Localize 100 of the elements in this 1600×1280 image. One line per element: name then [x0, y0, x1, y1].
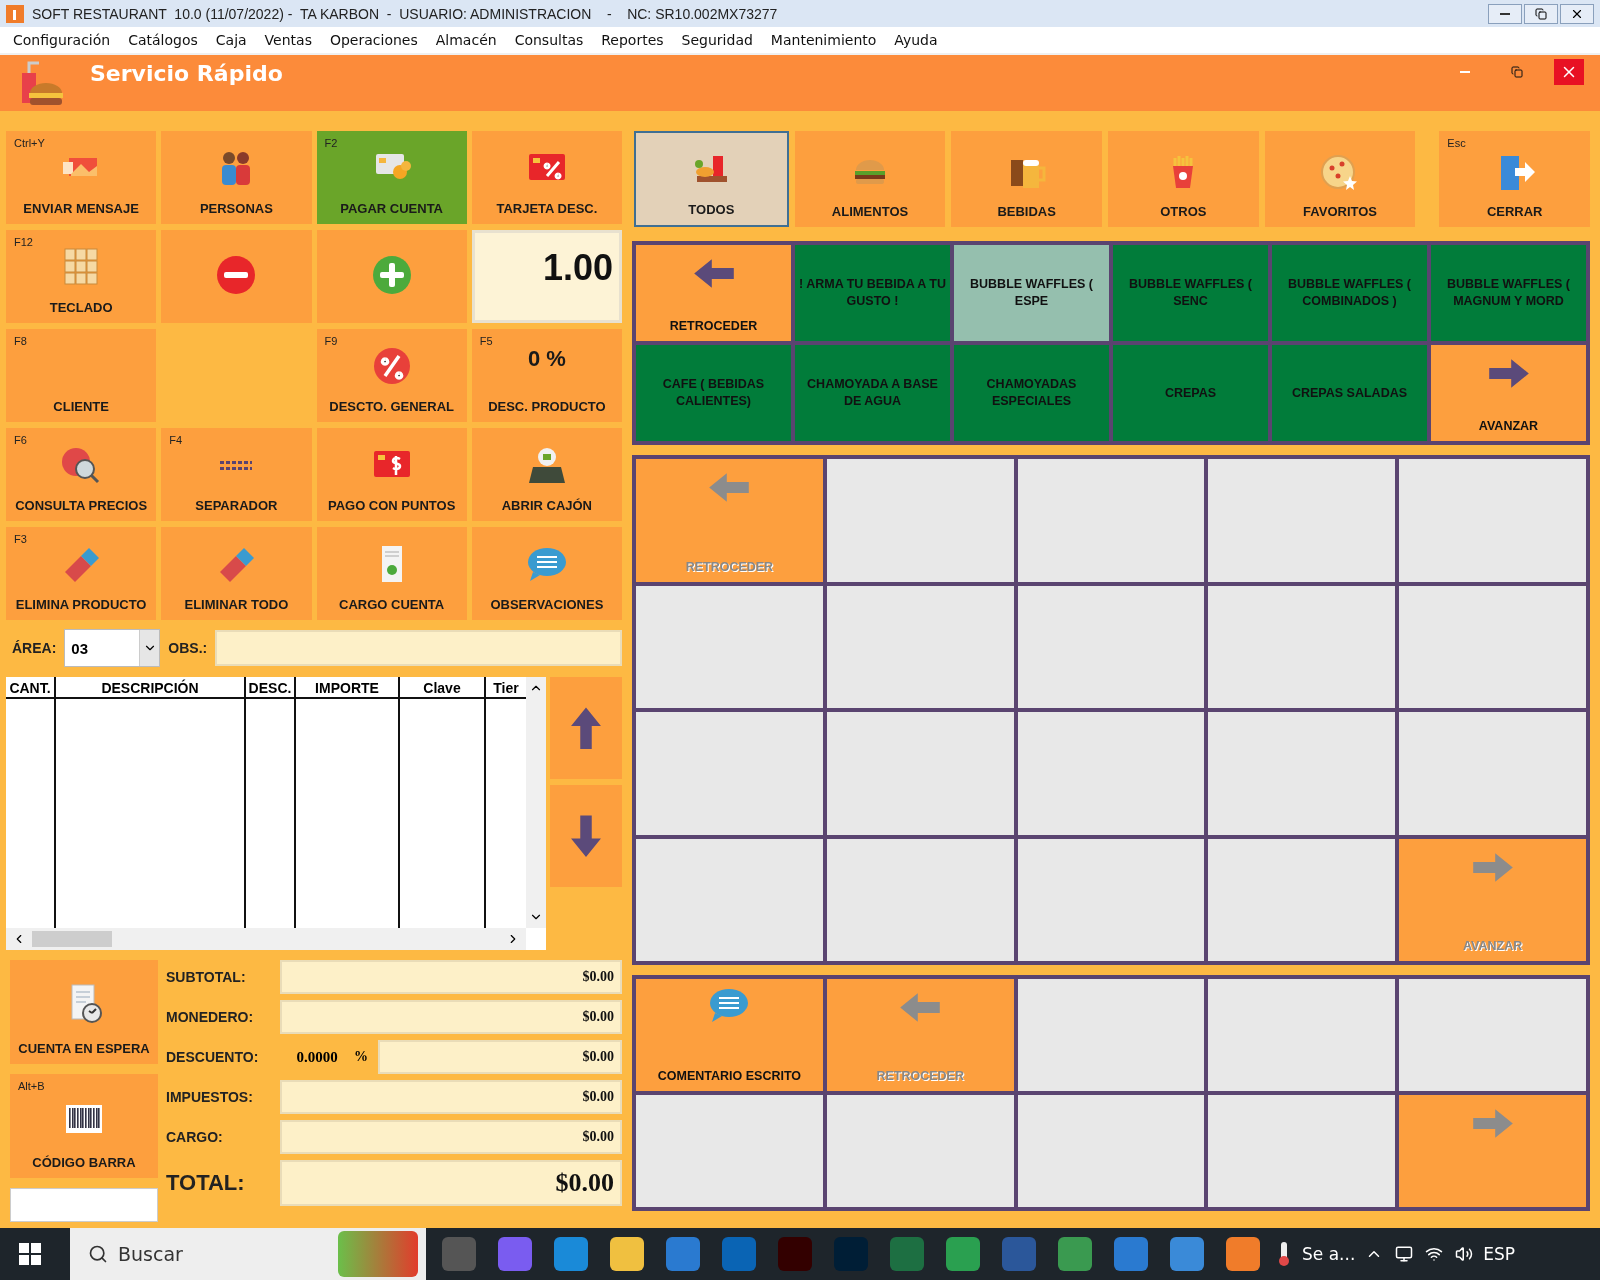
dashed-lines-icon — [220, 460, 253, 470]
menu-item[interactable]: Reportes — [592, 32, 673, 48]
shortcut-label: F4 — [169, 434, 183, 446]
product-group-button[interactable]: ! ARMA TU BEBIDA A TU GUSTO ! — [795, 245, 950, 341]
amount-field: $0.00 — [280, 1080, 622, 1114]
product-group-button[interactable]: BUBBLE WAFFLES ( COMBINADOS ) — [1272, 245, 1427, 341]
shortcut-label: F2 — [324, 137, 338, 149]
action-button[interactable]: TARJETA DESC. — [471, 131, 622, 224]
taskbar-search-field[interactable]: Buscar — [70, 1228, 426, 1280]
hold-account-button[interactable]: CUENTA EN ESPERA — [10, 960, 158, 1064]
action-button[interactable]: F5 0 % DESC. PRODUCTO — [471, 329, 622, 422]
close-panel-button[interactable]: Esc CERRAR — [1439, 131, 1591, 227]
product-group-button[interactable]: CREPAS — [1113, 345, 1268, 441]
action-button[interactable]: F8 CLIENTE — [6, 329, 157, 422]
action-button[interactable]: ELIMINAR TODO — [161, 527, 312, 620]
menu-item[interactable]: Consultas — [505, 32, 593, 48]
comment-button[interactable]: COMENTARIO ESCRITO — [636, 979, 823, 1091]
close-button[interactable] — [1560, 3, 1594, 24]
forward-button[interactable]: AVANZAR — [1431, 345, 1586, 441]
product-group-button[interactable]: CAFE ( BEBIDAS CALIENTES) — [636, 345, 791, 441]
menu-item[interactable]: Caja — [206, 32, 256, 48]
taskbar-app-icon[interactable] — [666, 1237, 700, 1271]
taskbar-app-icon[interactable] — [1226, 1237, 1260, 1271]
action-button[interactable]: F12 TECLADO — [6, 230, 157, 323]
right-arrow-icon — [1486, 357, 1531, 390]
action-button[interactable]: PERSONAS — [161, 131, 312, 224]
thermometer-icon — [1276, 1241, 1292, 1267]
restore-icon — [1535, 7, 1547, 20]
menu-item[interactable]: Ayuda — [885, 32, 947, 48]
search-icon — [88, 1244, 108, 1264]
obs-label: OBS.: — [168, 640, 208, 657]
product-group-button[interactable]: BUBBLE WAFFLES ( MAGNUM Y MORD — [1431, 245, 1586, 341]
product-group-button[interactable]: CREPAS SALADAS — [1272, 345, 1427, 441]
vertical-scrollbar[interactable] — [526, 676, 546, 928]
menu-item[interactable]: Catálogos — [119, 32, 207, 48]
category-tab[interactable]: TODOS — [634, 131, 789, 227]
amount-field: $0.00 — [280, 1000, 622, 1034]
area-label: ÁREA: — [12, 640, 57, 657]
volume-icon[interactable] — [1455, 1245, 1474, 1263]
action-button[interactable]: OBSERVACIONES — [471, 527, 622, 620]
left-arrow-icon — [707, 471, 752, 504]
network-icon[interactable] — [1425, 1245, 1444, 1263]
product-group-button[interactable]: BUBBLE WAFFLES ( ESPE — [954, 245, 1109, 341]
left-arrow-icon — [691, 257, 736, 290]
scrollbar-thumb[interactable] — [32, 931, 112, 947]
menu-item[interactable]: Mantenimiento — [761, 32, 886, 48]
barcode-button[interactable]: Alt+B CÓDIGO BARRA — [10, 1074, 158, 1178]
menu-item[interactable]: Operaciones — [320, 32, 427, 48]
minimize-icon — [1500, 12, 1510, 15]
language-indicator[interactable]: ESP — [1483, 1244, 1516, 1264]
area-dropdown[interactable]: 03 — [64, 629, 161, 668]
scroll-down-button[interactable] — [550, 784, 622, 887]
category-tab[interactable]: FAVORITOS — [1264, 131, 1416, 227]
restore-button[interactable] — [1524, 3, 1558, 24]
action-button[interactable]: F6 CONSULTA PRECIOS — [6, 428, 157, 521]
taskbar-app-icon[interactable] — [1058, 1237, 1092, 1271]
barcode-field[interactable] — [10, 1188, 158, 1222]
action-button[interactable]: F4 SEPARADOR — [161, 428, 312, 521]
minimize-button[interactable] — [1488, 3, 1522, 24]
amount-field: $0.00 — [280, 1160, 622, 1206]
taskbar-app-icon[interactable] — [554, 1237, 588, 1271]
action-button[interactable]: PAGO CON PUNTOS — [316, 428, 467, 521]
category-tab[interactable]: BEBIDAS — [951, 131, 1102, 227]
action-button[interactable] — [316, 230, 467, 323]
action-button[interactable]: F2 PAGAR CUENTA — [316, 131, 467, 224]
total-label: SUBTOTAL: — [166, 969, 247, 985]
taskbar-app-icon[interactable] — [1114, 1237, 1148, 1271]
app-icon — [6, 4, 24, 23]
product-group-button[interactable]: CHAMOYADA A BASE DE AGUA — [795, 345, 950, 441]
scroll-up-button[interactable] — [550, 676, 622, 779]
right-arrow-icon — [1470, 850, 1515, 884]
observations-field[interactable] — [215, 630, 622, 667]
action-button[interactable]: ABRIR CAJÓN — [471, 428, 622, 521]
action-button[interactable] — [161, 230, 312, 323]
total-label: MONEDERO: — [166, 1009, 255, 1025]
category-tab[interactable]: ALIMENTOS — [794, 131, 946, 227]
left-arrow-icon — [898, 991, 943, 1024]
discount-value: 0 % — [527, 346, 566, 372]
taskbar-app-icon[interactable] — [610, 1237, 644, 1271]
taskbar-app-icon[interactable] — [946, 1237, 980, 1271]
column-header[interactable]: DESCRIPCIÓN — [56, 676, 244, 699]
action-button[interactable]: F9 DESCTO. GENERAL — [316, 329, 467, 422]
menu-item[interactable]: Configuración — [4, 32, 120, 48]
horizontal-scrollbar[interactable] — [6, 928, 526, 950]
product-group-button[interactable]: CHAMOYADAS ESPECIALES — [954, 345, 1109, 441]
menu-item[interactable]: Seguridad — [672, 32, 762, 48]
back-button[interactable]: RETROCEDER — [636, 245, 791, 341]
weather-text[interactable]: Se a... — [1302, 1244, 1356, 1264]
taskbar-app-icon[interactable] — [1170, 1237, 1204, 1271]
category-tab[interactable]: OTROS — [1108, 131, 1259, 227]
menu-item[interactable]: Ventas — [255, 32, 321, 48]
action-button[interactable]: Ctrl+Y ENVIAR MENSAJE — [6, 131, 157, 224]
percent-sign: % — [354, 1049, 369, 1065]
shortcut-label: Esc — [1447, 137, 1466, 149]
monitor-icon[interactable] — [1395, 1245, 1414, 1263]
taskbar-app-icon[interactable] — [498, 1237, 532, 1271]
product-group-button[interactable]: BUBBLE WAFFLES ( SENC — [1113, 245, 1268, 341]
menu-item[interactable]: Almacén — [426, 32, 506, 48]
action-button[interactable]: CARGO CUENTA — [316, 527, 467, 620]
action-button[interactable]: F3 ELIMINA PRODUCTO — [6, 527, 157, 620]
